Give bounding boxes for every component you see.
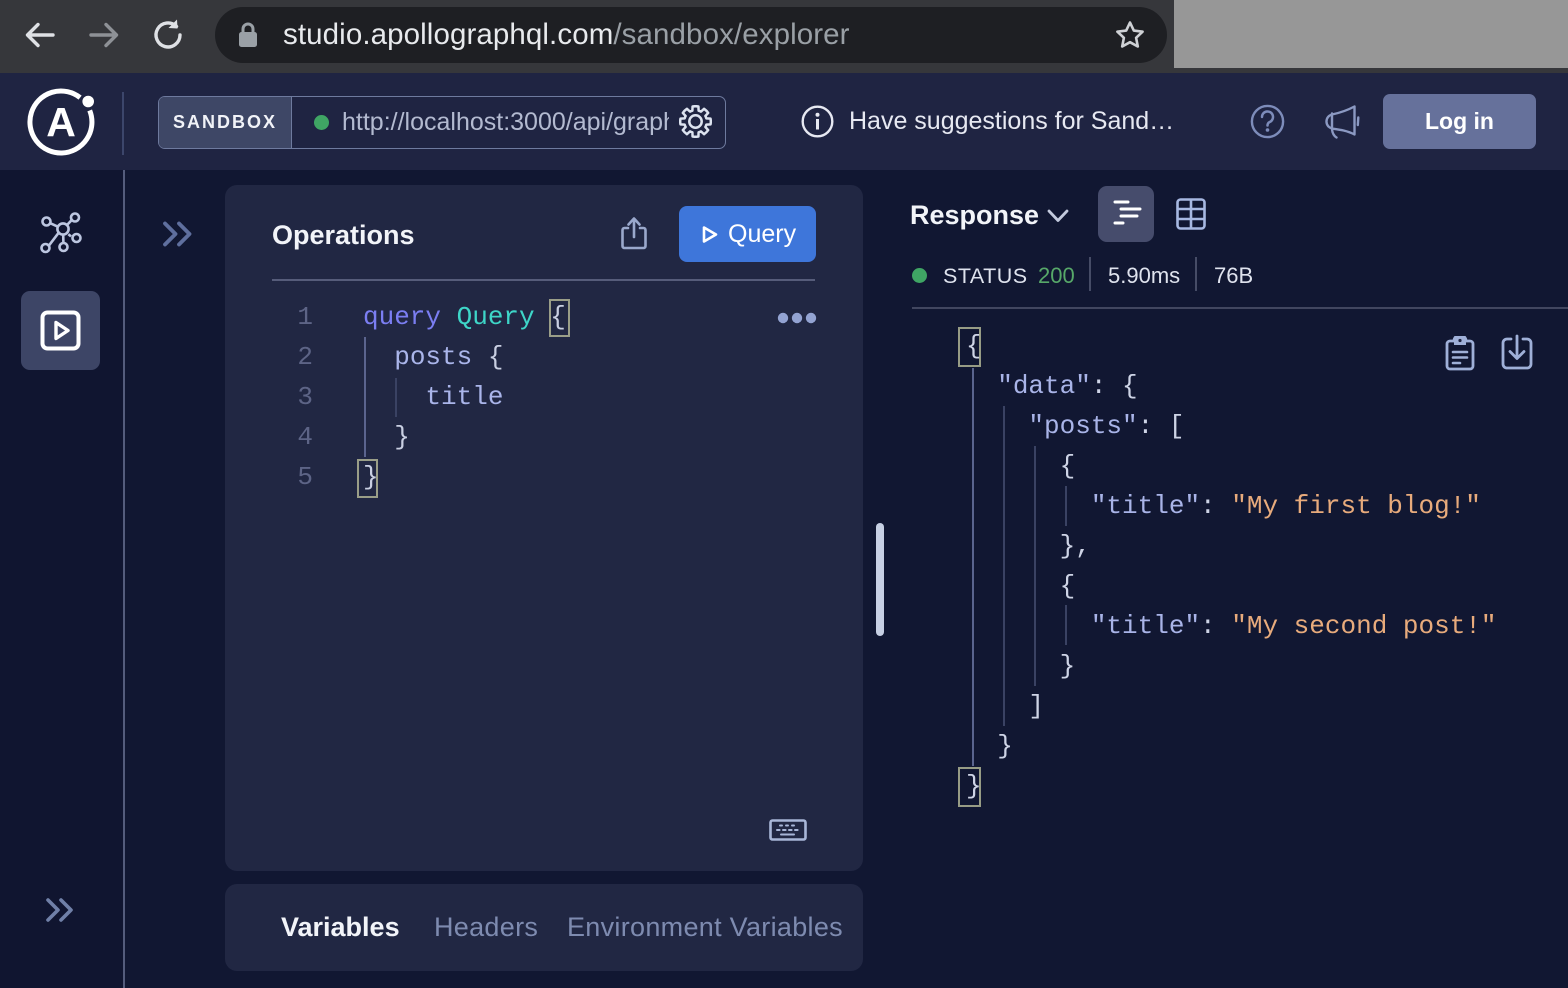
svg-text:A: A (46, 99, 76, 145)
